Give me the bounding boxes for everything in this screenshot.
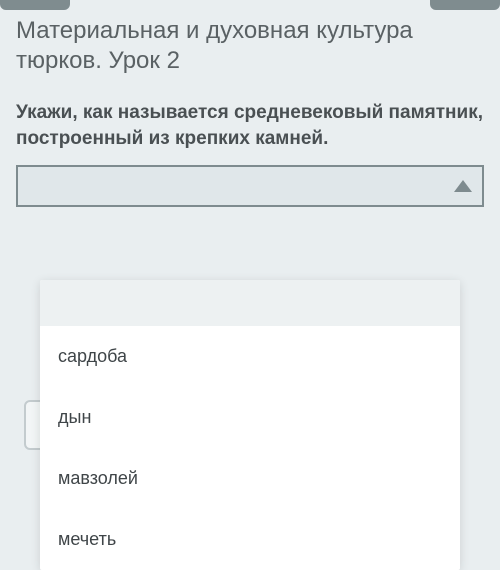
dropdown-option[interactable]: мечеть [40, 509, 460, 570]
dropdown-header [40, 280, 460, 326]
lesson-title: Материальная и духовная культура тюрков.… [16, 16, 484, 76]
answer-select[interactable] [16, 165, 484, 207]
top-tab-bar [0, 0, 500, 10]
chevron-up-icon [454, 180, 472, 192]
quiz-page: Материальная и духовная культура тюрков.… [0, 0, 500, 563]
dropdown-option[interactable]: мавзолей [40, 448, 460, 509]
dropdown-option[interactable]: сардоба [40, 326, 460, 387]
dropdown-option[interactable]: дын [40, 387, 460, 448]
tab-stub-left[interactable] [0, 0, 70, 10]
question-prompt: Укажи, как называется средневековый памя… [16, 100, 484, 151]
answer-dropdown: сардоба дын мавзолей мечеть [40, 280, 460, 570]
tab-stub-right[interactable] [430, 0, 500, 10]
